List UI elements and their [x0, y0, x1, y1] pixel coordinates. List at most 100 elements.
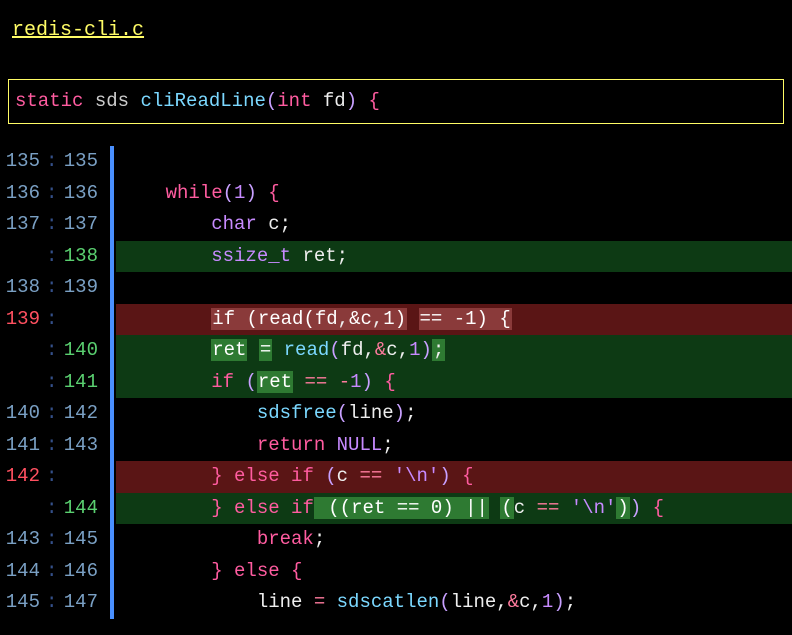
- diff-line[interactable]: 143:145 break;: [0, 524, 792, 556]
- code-token: ;: [433, 339, 444, 361]
- code-token: [348, 465, 359, 487]
- code-token: ,: [531, 591, 542, 613]
- code-token: &: [375, 339, 386, 361]
- code-token: }: [211, 560, 222, 582]
- diff-line[interactable]: 141:143 return NULL;: [0, 430, 792, 462]
- code-token: [120, 371, 211, 393]
- hunk-paren-open: (: [266, 90, 277, 112]
- code-token: (: [329, 339, 340, 361]
- code-token: [325, 591, 336, 613]
- gutter-old-lineno: 136: [0, 178, 46, 210]
- gutter-old-lineno: 144: [0, 556, 46, 588]
- change-bar: [110, 461, 114, 493]
- code-token: line: [348, 402, 394, 424]
- diff-line[interactable]: 140:142 sdsfree(line);: [0, 398, 792, 430]
- diff-line[interactable]: 144:146 } else {: [0, 556, 792, 588]
- gutter-separator: :: [46, 556, 56, 588]
- code-token: '\n': [571, 497, 617, 519]
- code-token: [120, 308, 211, 330]
- gutter-old-lineno: [0, 241, 46, 273]
- gutter-new-lineno: 138: [56, 241, 104, 273]
- code-token: [373, 371, 384, 393]
- code-token: &: [349, 308, 360, 330]
- code-token: (: [303, 308, 314, 330]
- context-line-content: [116, 146, 792, 178]
- diff-line[interactable]: :141 if (ret == -1) {: [0, 367, 792, 399]
- code-token: 0: [431, 497, 442, 519]
- code-token: (: [245, 371, 256, 393]
- diff-line[interactable]: :138 ssize_t ret;: [0, 241, 792, 273]
- context-line-content: [116, 272, 792, 304]
- code-token: ret: [258, 371, 292, 393]
- code-token: ): [439, 465, 450, 487]
- code-token: [489, 497, 500, 519]
- code-token: read: [258, 308, 304, 330]
- code-token: -: [339, 371, 350, 393]
- diff-line[interactable]: 137:137 char c;: [0, 209, 792, 241]
- code-token: ;: [382, 434, 393, 456]
- hunk-brace: {: [369, 90, 380, 112]
- gutter-new-lineno: [56, 461, 104, 493]
- code-token: fd: [341, 339, 364, 361]
- diff-line[interactable]: :140 ret = read(fd,&c,1);: [0, 335, 792, 367]
- diff-line[interactable]: 139: if (read(fd,&c,1) == -1) {: [0, 304, 792, 336]
- code-token: [120, 434, 257, 456]
- gutter-old-lineno: 140: [0, 398, 46, 430]
- gutter-separator: :: [46, 398, 56, 430]
- gutter-old-lineno: 141: [0, 430, 46, 462]
- diff-line[interactable]: 135:135: [0, 146, 792, 178]
- code-token: {: [268, 182, 279, 204]
- diff-line[interactable]: 142: } else if (c == '\n') {: [0, 461, 792, 493]
- added-line-content: ret = read(fd,&c,1);: [116, 335, 792, 367]
- code-token: if: [291, 465, 314, 487]
- gutter-separator: :: [46, 209, 56, 241]
- hunk-paren-close: ): [346, 90, 357, 112]
- context-line-content: char c;: [116, 209, 792, 241]
- change-bar: [110, 335, 114, 367]
- code-token: [454, 497, 465, 519]
- diff-filename[interactable]: redis-cli.c: [0, 0, 792, 51]
- diff-line[interactable]: 138:139: [0, 272, 792, 304]
- code-token: &: [508, 591, 519, 613]
- code-token: fd: [315, 308, 338, 330]
- code-token: [280, 497, 291, 519]
- code-token: 1: [383, 308, 394, 330]
- code-token: (: [325, 465, 336, 487]
- hunk-kw1: static: [15, 90, 83, 112]
- word-add-highlight: ret: [257, 371, 293, 393]
- diff-line[interactable]: 145:147 line = sdscatlen(line,&c,1);: [0, 587, 792, 619]
- code-token: [280, 560, 291, 582]
- code-token: ,: [372, 308, 383, 330]
- code-token: [385, 497, 396, 519]
- word-add-highlight: ): [616, 497, 629, 519]
- gutter-new-lineno: 144: [56, 493, 104, 525]
- code-token: {: [384, 371, 395, 393]
- code-token: [120, 465, 211, 487]
- code-token: ): [630, 497, 641, 519]
- code-token: [120, 213, 211, 235]
- code-token: (: [246, 308, 257, 330]
- code-token: ||: [465, 497, 488, 519]
- gutter-separator: :: [46, 461, 56, 493]
- code-token: (: [223, 182, 234, 204]
- code-token: ,: [363, 339, 374, 361]
- code-token: return: [257, 434, 325, 456]
- gutter-new-lineno: 137: [56, 209, 104, 241]
- code-token: [315, 497, 326, 519]
- code-token: -: [454, 308, 465, 330]
- gutter-new-lineno: 146: [56, 556, 104, 588]
- code-token: [120, 560, 211, 582]
- code-token: ): [395, 308, 406, 330]
- gutter-separator: :: [46, 272, 56, 304]
- code-token: [407, 308, 418, 330]
- diff-line[interactable]: :144 } else if ((ret == 0) || (c == '\n'…: [0, 493, 792, 525]
- diff-line[interactable]: 136:136 while(1) {: [0, 178, 792, 210]
- code-token: ): [421, 339, 432, 361]
- code-token: char: [211, 213, 257, 235]
- code-token: [451, 465, 462, 487]
- diff-body: 135:135136:136 while(1) {137:137 char c;…: [0, 146, 792, 619]
- gutter-separator: :: [46, 367, 56, 399]
- code-token: ==: [359, 465, 382, 487]
- code-token: [559, 497, 570, 519]
- gutter-old-lineno: 138: [0, 272, 46, 304]
